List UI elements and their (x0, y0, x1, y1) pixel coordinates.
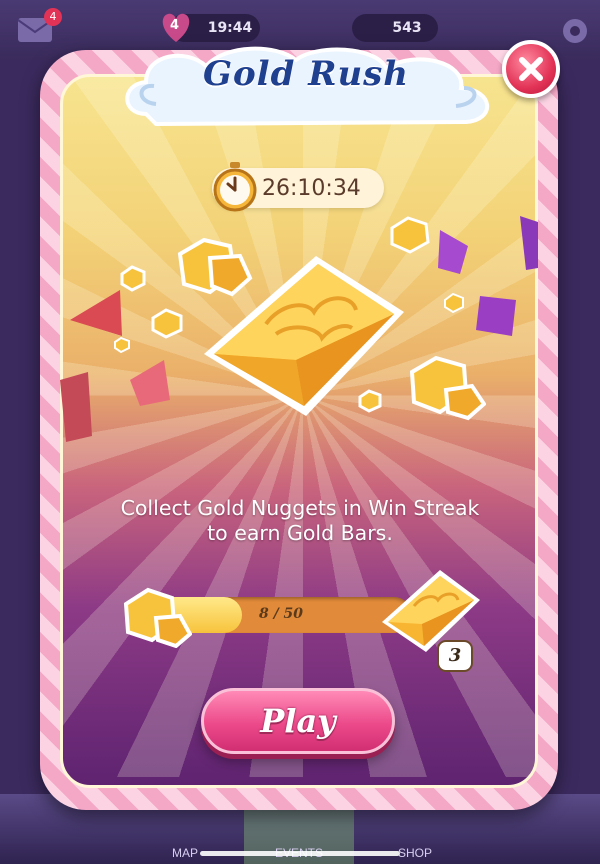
gold-bar-count-badge: 3 (437, 640, 473, 672)
gold-nugget-icon (114, 336, 130, 354)
timer-text: 26:10:34 (262, 176, 361, 201)
lives-timer: 19:44 (207, 20, 253, 36)
gold-nugget-icon (444, 292, 464, 314)
gold-nugget-icon (409, 355, 486, 421)
description-line-1: Collect Gold Nuggets in Win Streak (120, 496, 480, 520)
gold-nugget-icon (120, 265, 146, 292)
description-line-2: to earn Gold Bars. (207, 521, 393, 545)
mail-badge: 4 (44, 8, 62, 26)
close-icon (519, 57, 543, 81)
home-indicator (200, 851, 400, 856)
gear-icon[interactable] (558, 14, 592, 48)
currency-value: 543 (392, 20, 422, 36)
lives-count: 4 (170, 18, 180, 33)
close-button[interactable] (502, 40, 560, 98)
stopwatch-icon (213, 162, 257, 212)
gold-bar-icon (204, 256, 404, 416)
heart-icon: 4 (158, 10, 194, 44)
play-button[interactable]: Play (201, 688, 395, 754)
dialog-title: Gold Rush (202, 54, 410, 94)
description-text: Collect Gold Nuggets in Win Streak to ea… (80, 496, 520, 546)
gold-nugget-icon (123, 587, 192, 648)
mail-button[interactable]: 4 (14, 8, 62, 46)
gold-nugget-icon (151, 308, 183, 339)
currency-pill[interactable]: 543 (352, 14, 438, 42)
